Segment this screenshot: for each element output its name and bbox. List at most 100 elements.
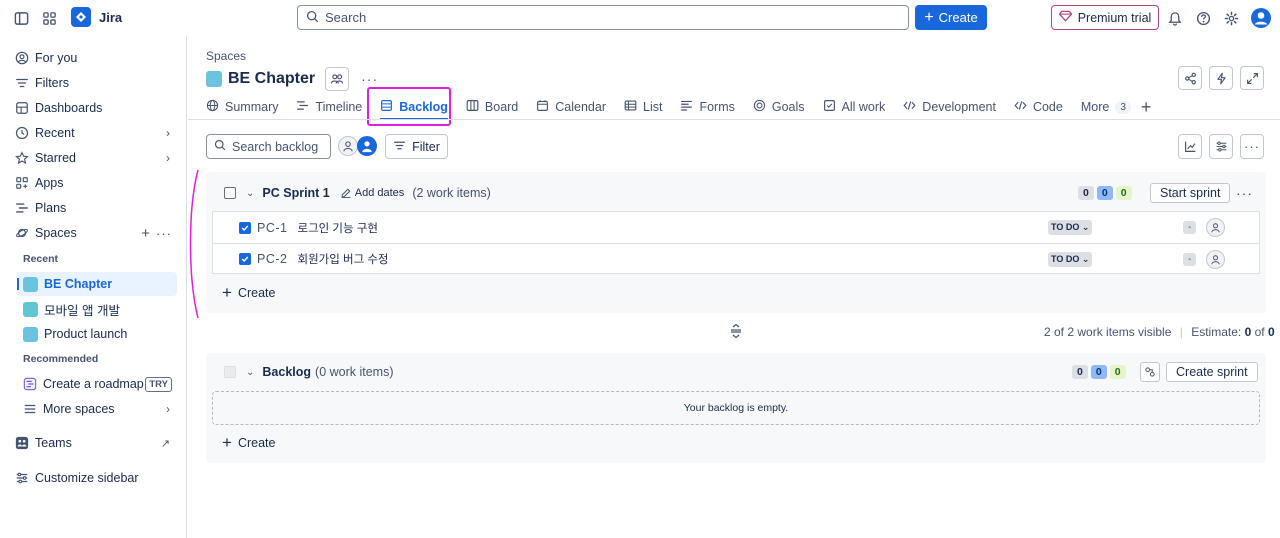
sidebar-item-filters[interactable]: Filters bbox=[15, 72, 180, 94]
more-actions-icon[interactable]: ··· bbox=[361, 71, 378, 87]
tab-bar: Summary Timeline Backlog Board Calendar … bbox=[206, 96, 1169, 120]
start-sprint-button[interactable]: Start sprint bbox=[1150, 183, 1231, 203]
view-settings-icon[interactable] bbox=[1209, 134, 1233, 159]
plus-icon: + bbox=[924, 8, 934, 26]
sidebar-item-label: Teams bbox=[35, 436, 72, 450]
sidebar-item-customize[interactable]: Customize sidebar bbox=[15, 467, 180, 489]
add-tab-button[interactable]: + bbox=[1141, 96, 1152, 118]
sidebar-item-starred[interactable]: Starred › bbox=[15, 147, 180, 169]
sidebar-item-dashboards[interactable]: Dashboards bbox=[15, 97, 180, 119]
notifications-icon[interactable] bbox=[1166, 9, 1184, 27]
issue-summary[interactable]: 회원가입 버그 수정 bbox=[297, 251, 388, 267]
chevron-right-icon[interactable]: › bbox=[166, 151, 170, 165]
add-dates-button[interactable]: Add dates bbox=[340, 187, 404, 199]
filter-button[interactable]: Filter bbox=[385, 134, 448, 159]
backlog-select-checkbox[interactable] bbox=[224, 366, 236, 378]
bulk-action-icon[interactable] bbox=[1140, 362, 1160, 382]
sidebar-item-plans[interactable]: Plans bbox=[15, 197, 180, 219]
more-icon[interactable]: ··· bbox=[156, 226, 172, 241]
unassigned-avatar[interactable] bbox=[1206, 218, 1225, 237]
filter-icon bbox=[15, 76, 29, 90]
sidebar-item-spaces[interactable]: Spaces + ··· bbox=[15, 222, 180, 244]
plans-icon bbox=[15, 201, 29, 215]
profile-avatar[interactable] bbox=[1250, 7, 1272, 29]
sidebar-item-recent[interactable]: Recent › bbox=[15, 122, 180, 144]
tab-board[interactable]: Board bbox=[466, 96, 518, 118]
chevron-down-icon[interactable]: ⌄ bbox=[246, 188, 254, 199]
help-icon[interactable] bbox=[1194, 9, 1212, 27]
automation-lightning-icon[interactable] bbox=[1209, 66, 1233, 90]
tab-timeline[interactable]: Timeline bbox=[296, 96, 362, 118]
tab-forms[interactable]: Forms bbox=[680, 96, 735, 118]
unassigned-avatar[interactable] bbox=[338, 136, 358, 156]
create-sprint-button[interactable]: Create sprint bbox=[1166, 362, 1258, 382]
chevron-right-icon[interactable]: › bbox=[166, 126, 170, 140]
tab-label: Development bbox=[922, 100, 996, 114]
tab-label: All work bbox=[841, 100, 886, 114]
table-row[interactable]: PC-2 회원가입 버그 수정 TO DO ⌄ - bbox=[213, 243, 1259, 274]
sidebar-item-for-you[interactable]: For you bbox=[15, 47, 180, 69]
breadcrumb[interactable]: Spaces bbox=[206, 49, 246, 63]
insights-chart-icon[interactable] bbox=[1178, 134, 1202, 159]
calendar-icon bbox=[536, 99, 549, 115]
sidebar-item-create-roadmap[interactable]: Create a roadmap TRY bbox=[23, 373, 175, 395]
people-icon[interactable] bbox=[325, 67, 350, 91]
sidebar-item-apps[interactable]: Apps bbox=[15, 172, 180, 194]
tab-calendar[interactable]: Calendar bbox=[536, 96, 606, 118]
sidebar-item-label: Create a roadmap bbox=[43, 377, 144, 391]
status-dropdown[interactable]: TO DO ⌄ bbox=[1048, 251, 1093, 267]
tab-list[interactable]: List bbox=[624, 96, 662, 118]
resize-handle-icon[interactable] bbox=[730, 323, 742, 341]
recent-section-label: Recent bbox=[23, 253, 59, 265]
sidebar-item-teams[interactable]: Teams ↗ bbox=[15, 432, 180, 454]
more-count-badge: 3 bbox=[1115, 100, 1131, 114]
tab-goals[interactable]: Goals bbox=[753, 96, 805, 118]
user-avatar[interactable] bbox=[357, 136, 377, 156]
settings-gear-icon[interactable] bbox=[1222, 9, 1240, 27]
more-options-icon[interactable]: ··· bbox=[1240, 134, 1264, 159]
tab-more[interactable]: More 3 bbox=[1081, 96, 1131, 118]
backlog-search-input[interactable]: Search backlog bbox=[206, 134, 331, 159]
sidebar-project-mobile-app[interactable]: 모바일 앱 개발 bbox=[23, 298, 188, 320]
chevron-down-icon[interactable]: ⌄ bbox=[246, 367, 254, 378]
tab-all-work[interactable]: All work bbox=[823, 96, 886, 118]
sidebar: For you Filters Dashboards Recent › Star… bbox=[0, 36, 187, 538]
sidebar-item-more-spaces[interactable]: More spaces › bbox=[23, 398, 180, 420]
sidebar-project-product-launch[interactable]: Product launch bbox=[23, 323, 188, 345]
status-dropdown[interactable]: TO DO ⌄ bbox=[1048, 220, 1093, 235]
backlog-create-button[interactable]: + Create bbox=[222, 434, 275, 451]
app-switcher-icon[interactable] bbox=[40, 9, 58, 27]
sprint-create-button[interactable]: + Create bbox=[222, 284, 275, 301]
tab-summary[interactable]: Summary bbox=[206, 96, 278, 118]
recommended-section-label: Recommended bbox=[23, 353, 99, 365]
share-icon[interactable] bbox=[1178, 66, 1202, 90]
unassigned-avatar[interactable] bbox=[1206, 249, 1225, 269]
estimate-badge[interactable]: - bbox=[1183, 221, 1197, 234]
edit-icon bbox=[341, 188, 351, 198]
tab-development[interactable]: Development bbox=[903, 96, 996, 118]
tab-code[interactable]: Code bbox=[1014, 96, 1063, 118]
fullscreen-icon[interactable] bbox=[1240, 66, 1264, 90]
create-button[interactable]: + Create bbox=[915, 5, 987, 30]
sprint-more-icon[interactable]: ··· bbox=[1236, 185, 1253, 201]
issue-type-task-icon bbox=[239, 221, 251, 234]
table-row[interactable]: PC-1 로그인 기능 구현 TO DO ⌄ - bbox=[213, 212, 1259, 243]
sidebar-item-label: Spaces bbox=[35, 226, 77, 240]
sidebar-toggle-icon[interactable] bbox=[12, 9, 30, 27]
issue-key[interactable]: PC-2 bbox=[257, 252, 287, 266]
estimate-badge[interactable]: - bbox=[1183, 252, 1197, 266]
add-space-icon[interactable]: + bbox=[141, 225, 150, 242]
app-name: Jira bbox=[99, 9, 123, 25]
plus-icon: + bbox=[1140, 97, 1152, 117]
sprint-select-checkbox[interactable] bbox=[224, 187, 236, 199]
clock-icon bbox=[15, 126, 29, 140]
chevron-right-icon[interactable]: › bbox=[166, 402, 170, 416]
issue-summary[interactable]: 로그인 기능 구현 bbox=[297, 220, 377, 236]
issue-key[interactable]: PC-1 bbox=[257, 221, 287, 235]
premium-trial-button[interactable]: Premium trial bbox=[1051, 5, 1159, 30]
external-link-icon[interactable]: ↗ bbox=[161, 437, 170, 450]
jira-logo[interactable]: Jira bbox=[71, 7, 122, 27]
tab-label: List bbox=[643, 100, 663, 114]
sidebar-project-be-chapter[interactable]: BE Chapter bbox=[23, 273, 188, 295]
global-search-input[interactable]: Search bbox=[297, 5, 909, 30]
